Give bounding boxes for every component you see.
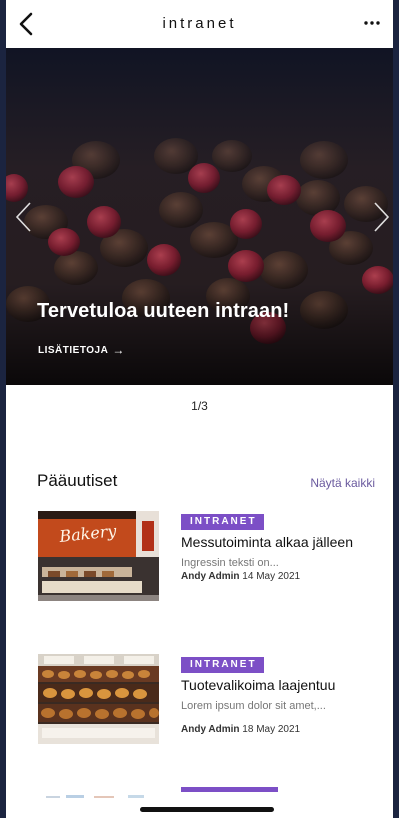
category-badge-partial (181, 787, 278, 792)
section-title: Pääuutiset (37, 471, 118, 490)
home-indicator (140, 807, 274, 812)
news-headline: Tuotevalikoima laajentuu (181, 677, 336, 693)
news-text: INTRANET Messutoiminta alkaa jälleen Ing… (181, 511, 381, 582)
news-author: Andy Admin (181, 571, 240, 582)
carousel-prev-button[interactable] (12, 200, 34, 234)
news-item[interactable]: Bakery INTRANET Messutoiminta alkaa jäll… (38, 511, 383, 607)
chevron-left-icon (15, 202, 31, 232)
category-badge: INTRANET (181, 514, 264, 530)
news-date: 18 May 2021 (242, 724, 301, 735)
news-thumbnail (38, 654, 159, 744)
category-badge: INTRANET (181, 657, 264, 673)
arrow-right-icon: → (112, 343, 125, 357)
news-thumbnail-partial[interactable] (38, 787, 159, 800)
more-button[interactable] (361, 12, 383, 34)
carousel-next-button[interactable] (371, 200, 393, 234)
news-item[interactable]: INTRANET Tuotevalikoima laajentuu Lorem … (38, 654, 383, 746)
news-excerpt: Lorem ipsum dolor sit amet,... (181, 700, 326, 712)
read-more-label: LISÄTIETOJA (38, 344, 109, 356)
show-all-link[interactable]: Näytä kaikki (310, 476, 375, 490)
news-headline: Messutoiminta alkaa jälleen (181, 534, 353, 550)
app-screen: intranet Tervetuloa uuteen intraan! LISÄ… (6, 0, 393, 818)
news-text: INTRANET Tuotevalikoima laajentuu Lorem … (181, 654, 381, 735)
hero-carousel[interactable]: Tervetuloa uuteen intraan! LISÄTIETOJA → (6, 48, 393, 385)
news-excerpt: Ingressin teksti on... (181, 557, 279, 569)
hero-headline: Tervetuloa uuteen intraan! (37, 300, 290, 322)
read-more-link[interactable]: LISÄTIETOJA → (38, 343, 125, 357)
hero-image (6, 48, 393, 385)
news-thumbnail: Bakery (38, 511, 159, 601)
news-author: Andy Admin (181, 724, 240, 735)
carousel-pager: 1/3 (191, 399, 208, 413)
news-date: 14 May 2021 (242, 571, 301, 582)
app-title: intranet (162, 15, 237, 32)
news-meta: Andy Admin 14 May 2021 (181, 571, 381, 582)
top-bar: intranet (6, 0, 393, 48)
chevron-right-icon (374, 202, 390, 232)
news-meta: Andy Admin 18 May 2021 (181, 724, 381, 735)
more-dots-icon (364, 21, 380, 25)
